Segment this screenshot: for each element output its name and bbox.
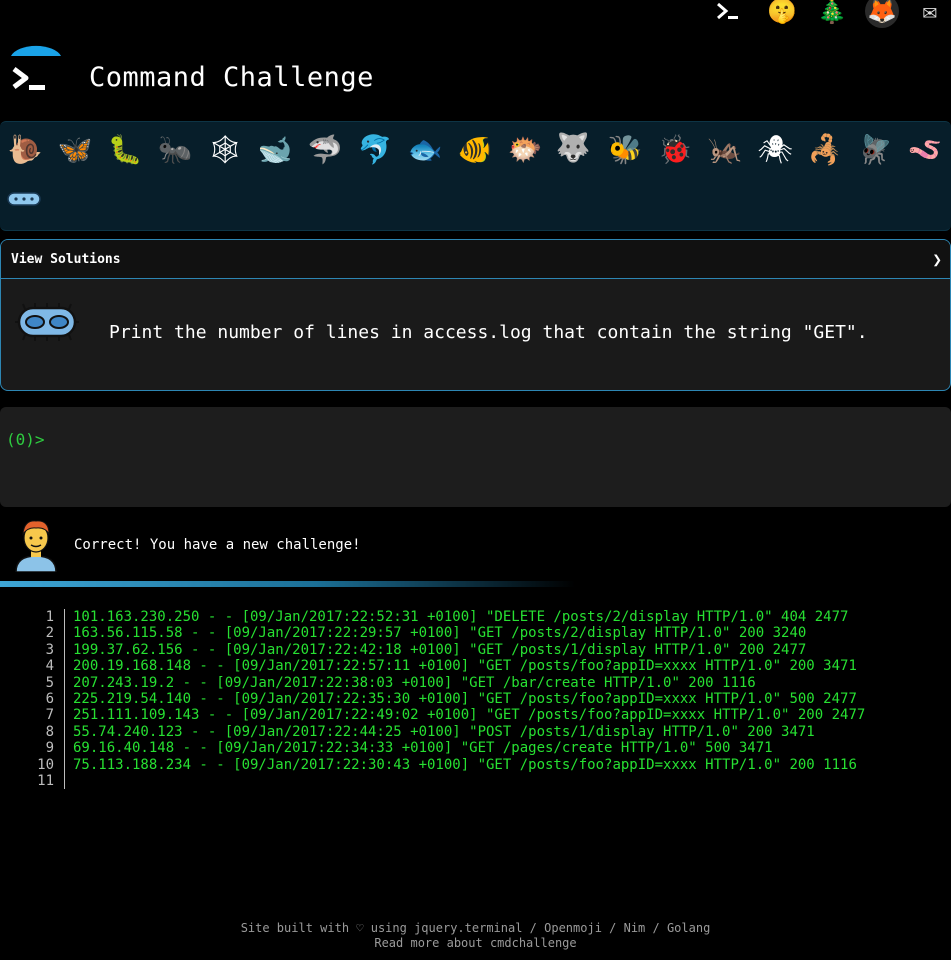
caterpillar-icon[interactable]: 🐛 [107,132,143,168]
app-logo [8,44,64,100]
fly-icon[interactable]: 🪰 [857,132,893,168]
list-item: 2 163.56.115.58 - - [09/Jan/2017:22:29:57… [30,625,865,642]
terminal-icon[interactable] [711,0,745,28]
snail-icon[interactable]: 🐌 [7,132,43,168]
feedback-message: Correct! You have a new challenge! [74,537,361,553]
line-number: 2 [30,625,65,642]
list-item: 1 101.163.230.250 - - [09/Jan/2017:22:52:… [30,609,865,626]
scorpion-icon[interactable]: 🦂 [807,132,843,168]
line-number: 11 [30,773,65,790]
avatar [14,518,58,573]
butterfly-icon[interactable]: 🦋 [57,132,93,168]
badge-strip: 🐌 🦋 🐛 🐜 🕸 🐋 🦈 🐬 🐟 🐠 🐡 🐺 🐝 🐞 🦗 🕷 🦂 🪰 🪱 [0,121,951,231]
line-text: 163.56.115.58 - - [09/Jan/2017:22:29:57 … [73,625,807,642]
challenge-panel: View Solutions ❯ Print the number of lin… [0,239,951,391]
fish-icon[interactable]: 🐟 [407,132,443,168]
list-item: 3 199.37.62.156 - - [09/Jan/2017:22:42:18… [30,641,865,659]
line-text: 55.74.240.123 - - [09/Jan/2017:22:44:25 … [73,723,815,740]
wolf-icon[interactable]: 🐺 [555,130,591,166]
shushing-face-icon[interactable]: 🤫 [765,0,799,28]
line-number: 9 [30,740,65,757]
view-solutions-label: View Solutions [11,251,121,267]
line-number: 4 [30,658,65,675]
spider-icon[interactable]: 🕷 [757,132,793,168]
footer: Site built with ♡ using jquery.terminal … [0,921,951,951]
shark-icon[interactable]: 🦈 [307,132,343,168]
prompt-label: (0)> [6,430,45,449]
terminal-input[interactable]: (0)> [0,407,951,507]
blowfish-icon[interactable]: 🐡 [507,132,543,168]
line-text [65,773,73,789]
line-text: 225.219.54.140 - - [09/Jan/2017:22:35:30… [73,691,857,708]
line-number: 3 [30,641,65,659]
microbe-icon [15,303,79,341]
line-text: 199.37.62.156 - - [09/Jan/2017:22:42:18 … [73,641,807,658]
envelope-icon[interactable]: ✉ [913,0,947,28]
tropical-fish-icon[interactable]: 🐠 [457,132,493,168]
footer-credits-link[interactable]: Site built with ♡ using jquery.terminal … [241,921,711,935]
line-number: 10 [30,756,65,774]
line-number: 7 [30,707,65,724]
ladybug-icon[interactable]: 🐞 [657,132,693,168]
terminal-prompt: (0)> [6,429,53,449]
dolphin-icon[interactable]: 🐬 [357,132,393,168]
line-number: 8 [30,723,65,741]
whale-icon[interactable]: 🐋 [257,132,293,168]
list-item: 8 55.74.240.123 - - [09/Jan/2017:22:44:25… [30,723,865,741]
line-text: 75.113.188.234 - - [09/Jan/2017:22:30:43… [73,756,857,773]
cricket-icon[interactable]: 🦗 [707,132,743,168]
list-item: 6 225.219.54.140 - - [09/Jan/2017:22:35:3… [30,691,865,708]
list-item: 9 69.16.40.148 - - [09/Jan/2017:22:34:33 … [30,740,865,757]
page-title: Command Challenge [89,62,374,93]
challenge-text: Print the number of lines in access.log … [109,322,868,343]
bee-icon[interactable]: 🐝 [607,132,643,168]
line-number: 1 [30,609,65,626]
list-item: 5 207.243.19.2 - - [09/Jan/2017:22:38:03 … [30,674,865,692]
read-more-link[interactable]: Read more about cmdchallenge [374,936,576,950]
divider [0,581,575,587]
spider-web-icon[interactable]: 🕸 [207,132,243,168]
terminal-cursor [45,429,53,445]
gitlab-icon[interactable]: 🦊 [865,0,899,28]
view-solutions-toggle[interactable]: View Solutions ❯ [1,240,950,279]
ant-icon[interactable]: 🐜 [157,132,193,168]
line-text: 207.243.19.2 - - [09/Jan/2017:22:38:03 +… [73,674,756,691]
line-number: 5 [30,674,65,692]
christmas-tree-icon[interactable]: 🎄 [815,0,849,28]
line-text: 251.111.109.143 - - [09/Jan/2017:22:49:0… [73,707,866,724]
line-text: 69.16.40.148 - - [09/Jan/2017:22:34:33 +… [73,740,773,757]
list-item: 11 [30,773,865,790]
chevron-right-icon: ❯ [932,249,942,269]
microbe-icon[interactable] [6,181,42,217]
line-text: 101.163.230.250 - - [09/Jan/2017:22:52:3… [73,609,849,625]
line-number: 6 [30,691,65,708]
file-listing: 1 101.163.230.250 - - [09/Jan/2017:22:52:… [30,609,866,790]
list-item: 10 75.113.188.234 - - [09/Jan/2017:22:30:… [30,756,865,774]
list-item: 4 200.19.168.148 - - [09/Jan/2017:22:57:1… [30,658,865,675]
worm-icon[interactable]: 🪱 [907,132,943,168]
line-text: 200.19.168.148 - - [09/Jan/2017:22:57:11… [73,658,857,675]
list-item: 7 251.111.109.143 - - [09/Jan/2017:22:49:… [30,707,866,724]
